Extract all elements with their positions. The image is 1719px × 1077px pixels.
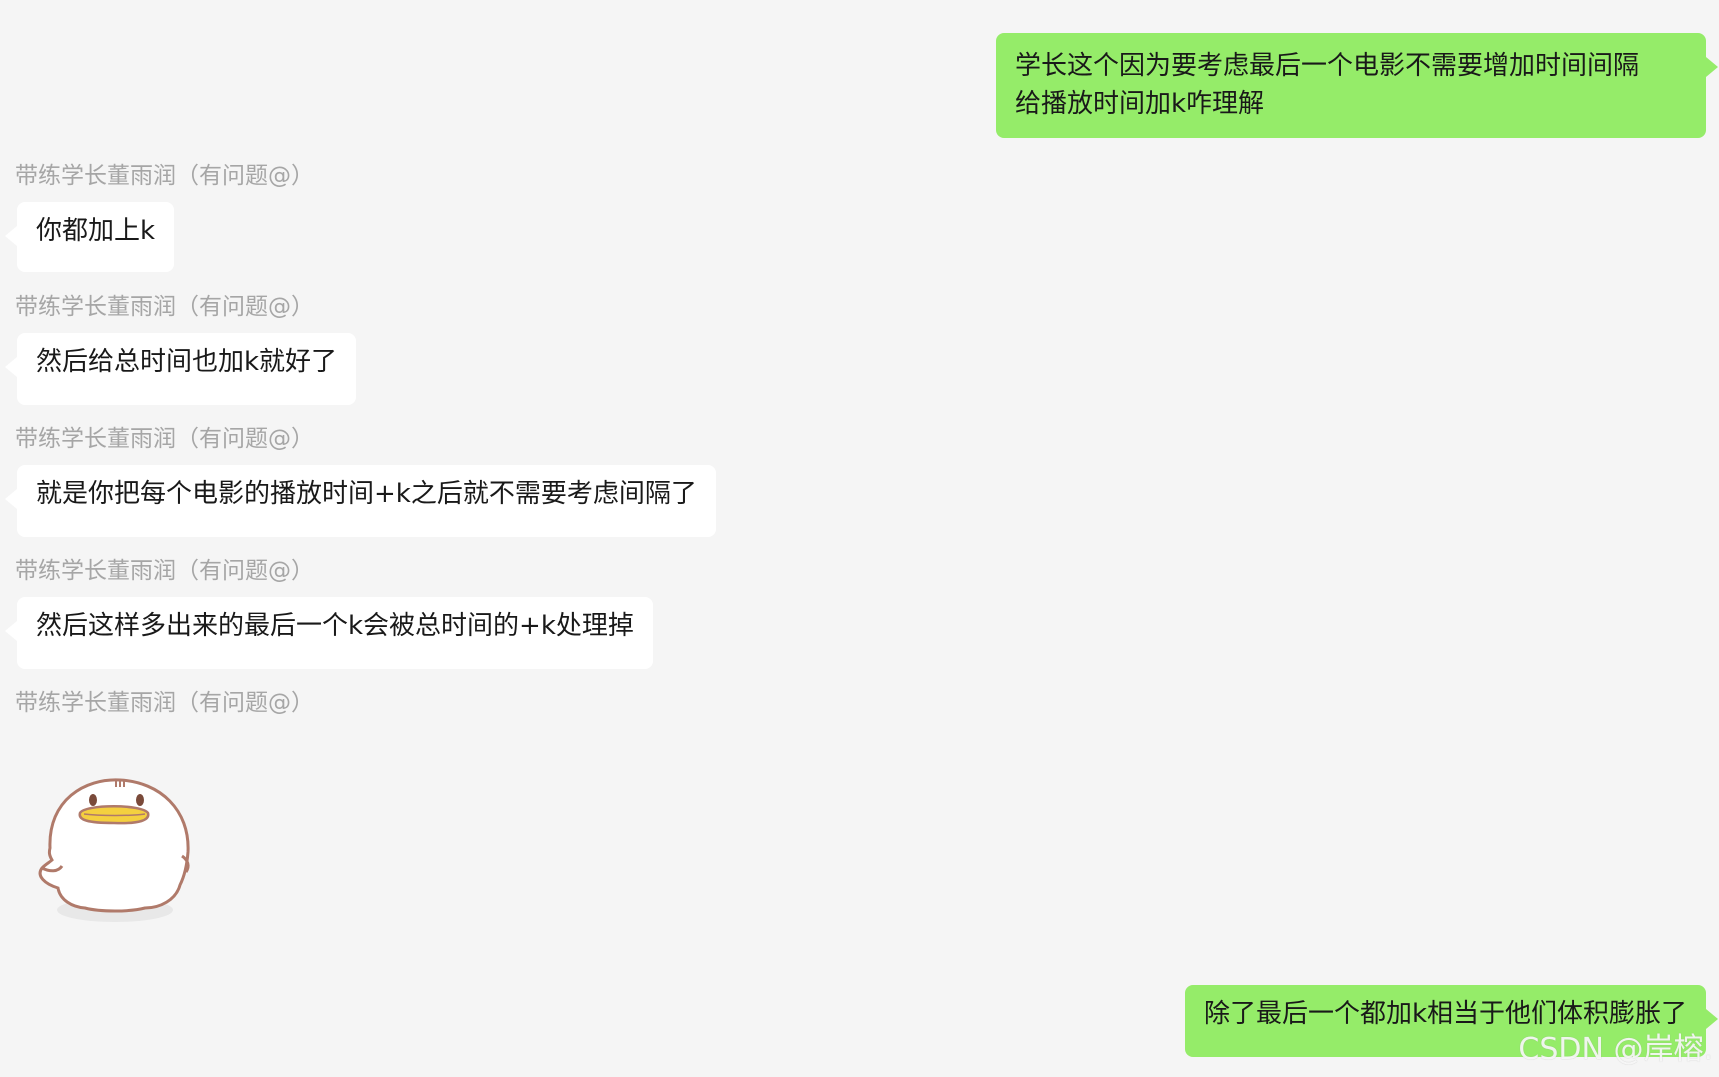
sender-name: 带练学长董雨润（有问题@） — [15, 426, 314, 452]
incoming-message[interactable]: 你都加上k — [4, 202, 175, 272]
incoming-message[interactable]: 就是你把每个电影的播放时间+k之后就不需要考虑间隔了 — [5, 465, 716, 537]
sender-name: 带练学长董雨润（有问题@） — [15, 294, 314, 320]
duck-sticker-icon — [38, 778, 190, 922]
incoming-message[interactable]: 然后给总时间也加k就好了 — [4, 333, 357, 405]
sender-name: 带练学长董雨润（有问题@） — [15, 163, 314, 189]
duck-sticker[interactable] — [30, 760, 200, 935]
sender-name: 带练学长董雨润（有问题@） — [15, 558, 314, 584]
incoming-message[interactable]: 然后这样多出来的最后一个k会被总时间的+k处理掉 — [5, 597, 653, 669]
sender-name: 带练学长董雨润（有问题@） — [15, 690, 314, 716]
outgoing-message[interactable]: 学长这个因为要考虑最后一个电影不需要增加时间间隔 给播放时间加k咋理解 — [996, 33, 1718, 138]
watermark: CSDN @岸榕. — [1518, 1032, 1713, 1067]
